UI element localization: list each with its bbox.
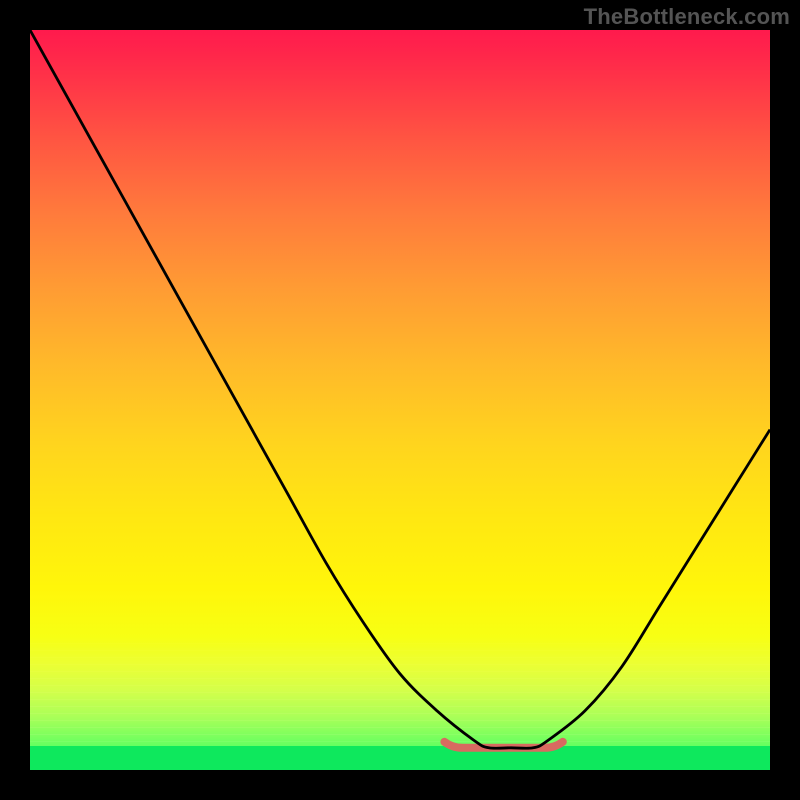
chart-svg [30,30,770,770]
plot-area [30,30,770,770]
watermark-text: TheBottleneck.com [584,4,790,30]
chart-frame: TheBottleneck.com [0,0,800,800]
bottleneck-curve [30,30,770,748]
